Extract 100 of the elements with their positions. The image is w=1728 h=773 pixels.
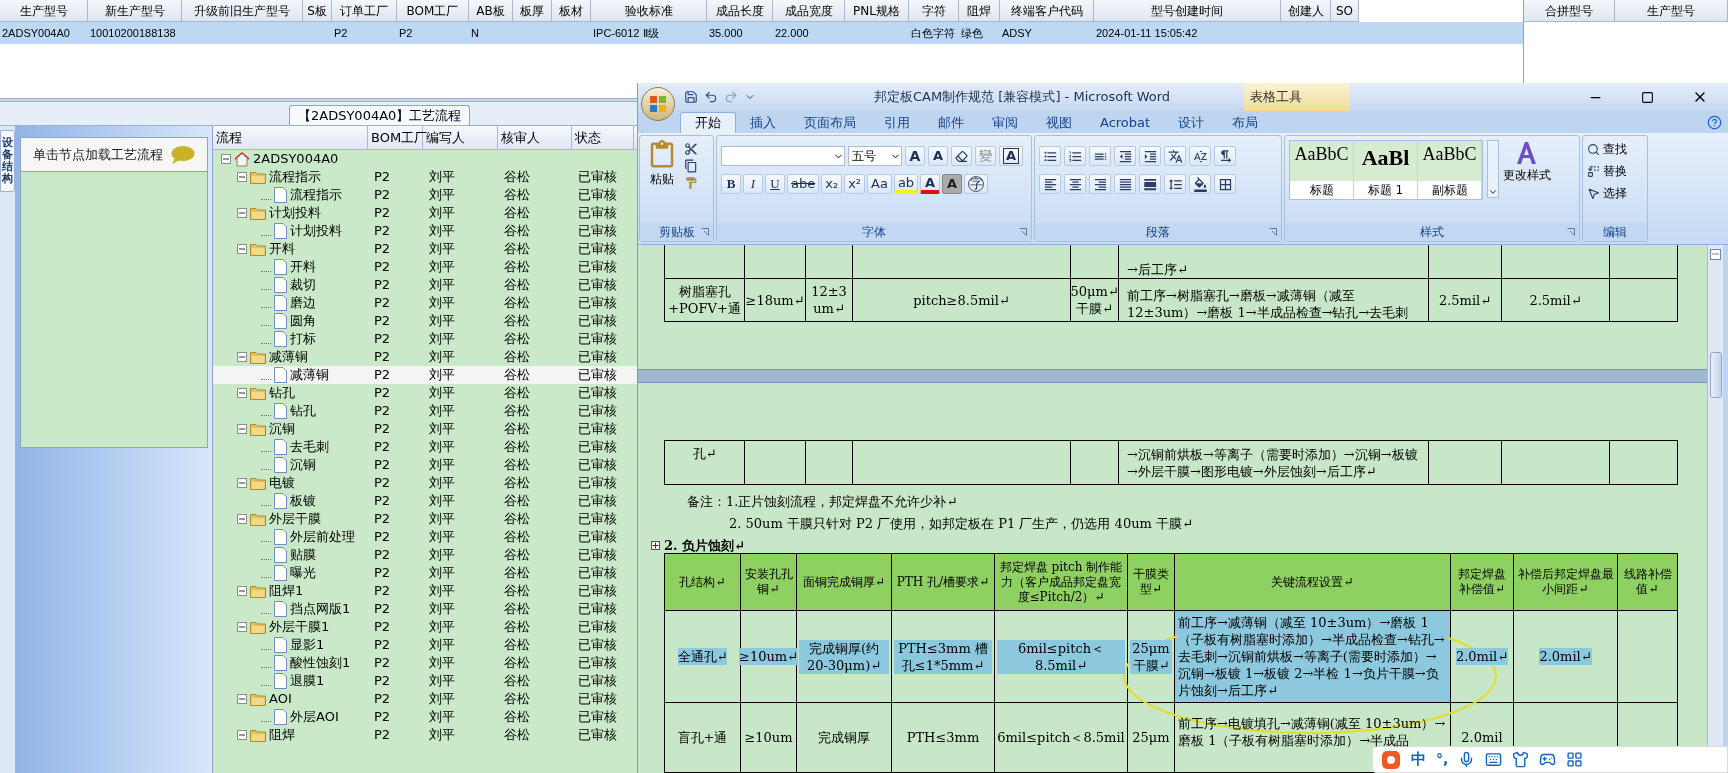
maximize-icon[interactable] — [1641, 90, 1654, 104]
justify-icon[interactable] — [1114, 174, 1136, 194]
column-header[interactable]: S板 — [303, 0, 332, 22]
copy-icon[interactable] — [684, 159, 698, 173]
editing-button[interactable]: 替换 — [1587, 162, 1643, 180]
grow-font-button[interactable]: A — [905, 146, 925, 166]
collapse-icon[interactable] — [237, 172, 247, 182]
tree-row[interactable]: 开料 P2 刘平 谷松 已审核 — [213, 240, 637, 258]
column-header[interactable]: 阻焊 — [959, 0, 1000, 22]
collapse-icon[interactable] — [237, 424, 247, 434]
ruler-toggle-icon[interactable] — [1710, 249, 1721, 260]
ime-logo-icon[interactable] — [1381, 749, 1401, 770]
column-header[interactable]: 流程 — [213, 126, 368, 149]
keyboard-icon[interactable] — [1485, 751, 1503, 768]
tree-row[interactable]: 流程指示 P2 刘平 谷松 已审核 — [213, 186, 637, 204]
side-tab[interactable]: 设备结构 — [0, 130, 15, 193]
dialog-launcher-icon[interactable] — [1269, 228, 1277, 236]
format-button[interactable]: x² — [844, 174, 866, 194]
tree-row[interactable]: 圆角 P2 刘平 谷松 已审核 — [213, 312, 637, 330]
column-header[interactable]: 状态 — [572, 126, 634, 149]
help-icon[interactable] — [1707, 115, 1722, 130]
italic-button[interactable]: I — [743, 174, 763, 194]
tree-row[interactable]: 计划投料 P2 刘平 谷松 已审核 — [213, 204, 637, 222]
tree-row[interactable]: 沉铜 P2 刘平 谷松 已审核 — [213, 456, 637, 474]
column-header[interactable]: 升级前旧生产型号 — [182, 0, 303, 22]
column-header[interactable]: 成品长度 — [707, 0, 773, 22]
character-border-button[interactable]: A — [999, 146, 1024, 166]
line-spacing-icon[interactable] — [1164, 174, 1186, 194]
bullets-icon[interactable] — [1039, 146, 1061, 166]
tree-row[interactable]: 电镀 P2 刘平 谷松 已审核 — [213, 474, 637, 492]
ribbon-tab[interactable]: 审阅 — [978, 112, 1032, 133]
column-header[interactable]: 型号创建时间 — [1094, 0, 1281, 22]
tree-row[interactable]: 磨边 P2 刘平 谷松 已审核 — [213, 294, 637, 312]
collapse-icon[interactable] — [237, 586, 247, 596]
collapse-icon[interactable] — [237, 244, 247, 254]
dialog-launcher-icon[interactable] — [701, 228, 709, 236]
sort-icon[interactable] — [1189, 146, 1211, 166]
align-right-icon[interactable] — [1089, 174, 1111, 194]
bold-button[interactable]: B — [721, 174, 741, 194]
ribbon-tab[interactable]: Acrobat — [1086, 112, 1165, 133]
process-tab[interactable]: 【2ADSY004A0】工艺流程 — [289, 105, 471, 125]
tree-row[interactable]: 打标 P2 刘平 谷松 已审核 — [213, 330, 637, 348]
tree-row[interactable]: 显影1 P2 刘平 谷松 已审核 — [213, 636, 637, 654]
underline-button[interactable]: U — [765, 174, 785, 194]
column-header[interactable]: BOM工厂 — [397, 0, 469, 22]
column-header[interactable]: 生产型号 — [0, 0, 88, 22]
tree-row[interactable]: 外层前处理 P2 刘平 谷松 已审核 — [213, 528, 637, 546]
multilevel-list-icon[interactable] — [1089, 146, 1111, 166]
column-header[interactable]: 成品宽度 — [773, 0, 845, 22]
ime-mode[interactable]: 中 — [1411, 748, 1426, 771]
strikethrough-button[interactable]: abe — [787, 174, 820, 194]
dialog-launcher-icon[interactable] — [1567, 228, 1575, 236]
collapse-icon[interactable] — [237, 352, 247, 362]
tree-row[interactable]: 去毛刺 P2 刘平 谷松 已审核 — [213, 438, 637, 456]
dialog-launcher-icon[interactable] — [1019, 228, 1027, 236]
tree-row[interactable]: 减薄铜 P2 刘平 谷松 已审核 — [213, 348, 637, 366]
align-center-icon[interactable] — [1064, 174, 1086, 194]
tree-row[interactable]: 曝光 P2 刘平 谷松 已审核 — [213, 564, 637, 582]
tree-row[interactable]: 开料 P2 刘平 谷松 已审核 — [213, 258, 637, 276]
tree-row[interactable]: 外层干膜 P2 刘平 谷松 已审核 — [213, 510, 637, 528]
collapse-icon[interactable] — [237, 208, 247, 218]
column-header[interactable]: 编写人 — [423, 126, 498, 149]
gallery-scroll-icon[interactable] — [1488, 187, 1498, 197]
tree-row[interactable]: 沉铜 P2 刘平 谷松 已审核 — [213, 420, 637, 438]
decrease-indent-icon[interactable] — [1114, 146, 1136, 166]
column-header[interactable]: AB板 — [469, 0, 513, 22]
editing-button[interactable]: 选择 — [1587, 184, 1643, 202]
change-styles-button[interactable]: 更改样式 — [1503, 140, 1551, 184]
format-button[interactable]: x₂ — [821, 174, 843, 194]
column-header[interactable]: SO — [1331, 0, 1359, 22]
ribbon-tab[interactable]: 引用 — [870, 112, 924, 133]
ribbon-tab[interactable]: 页面布局 — [790, 112, 870, 133]
tree-row[interactable]: 钻孔 P2 刘平 谷松 已审核 — [213, 402, 637, 420]
grid-row[interactable]: 2ADSY004A0 10010200188138 P2 P2 N IPC-6012 Ⅱ级 35.000 22.000 白色字符 绿色 ADSY 2024-01-11 15:05:42 — [0, 22, 1523, 44]
tree-row[interactable]: AOI P2 刘平 谷松 已审核 — [213, 690, 637, 708]
highlight-button[interactable]: ab — [893, 174, 919, 194]
style-preview[interactable]: AaBl 标题 1 — [1354, 141, 1418, 199]
collapse-icon[interactable] — [237, 514, 247, 524]
tree-row[interactable]: 贴膜 P2 刘平 谷松 已审核 — [213, 546, 637, 564]
ime-punctuation[interactable]: °, — [1436, 749, 1449, 770]
undo-icon[interactable] — [704, 90, 718, 104]
tree-row[interactable]: 板镀 P2 刘平 谷松 已审核 — [213, 492, 637, 510]
paragraph-mark-icon[interactable] — [1214, 146, 1236, 166]
font-size-field[interactable]: 五号 — [848, 146, 902, 166]
ribbon-tab[interactable]: 视图 — [1032, 112, 1086, 133]
ribbon-tab[interactable]: 插入 — [736, 112, 790, 133]
column-header[interactable]: 新生产型号 — [88, 0, 182, 22]
ribbon-tab[interactable]: 邮件 — [924, 112, 978, 133]
align-left-icon[interactable] — [1039, 174, 1061, 194]
scissors-icon[interactable] — [684, 142, 698, 156]
paste-button[interactable]: 粘贴 — [644, 140, 680, 188]
ribbon-tab[interactable]: 设计 — [1164, 112, 1219, 133]
style-preview[interactable]: AaBbC 副标题 — [1418, 141, 1482, 199]
tree-row[interactable]: 钻孔 P2 刘平 谷松 已审核 — [213, 384, 637, 402]
shrink-font-button[interactable]: A — [928, 146, 948, 166]
distribute-icon[interactable] — [1139, 174, 1161, 194]
tree-row[interactable]: 挡点网版1 P2 刘平 谷松 已审核 — [213, 600, 637, 618]
font-color-button[interactable]: A — [920, 174, 941, 194]
column-header[interactable]: 订单工厂 — [332, 0, 397, 22]
tree-row[interactable]: 减薄铜 P2 刘平 谷松 已审核 — [213, 366, 637, 384]
